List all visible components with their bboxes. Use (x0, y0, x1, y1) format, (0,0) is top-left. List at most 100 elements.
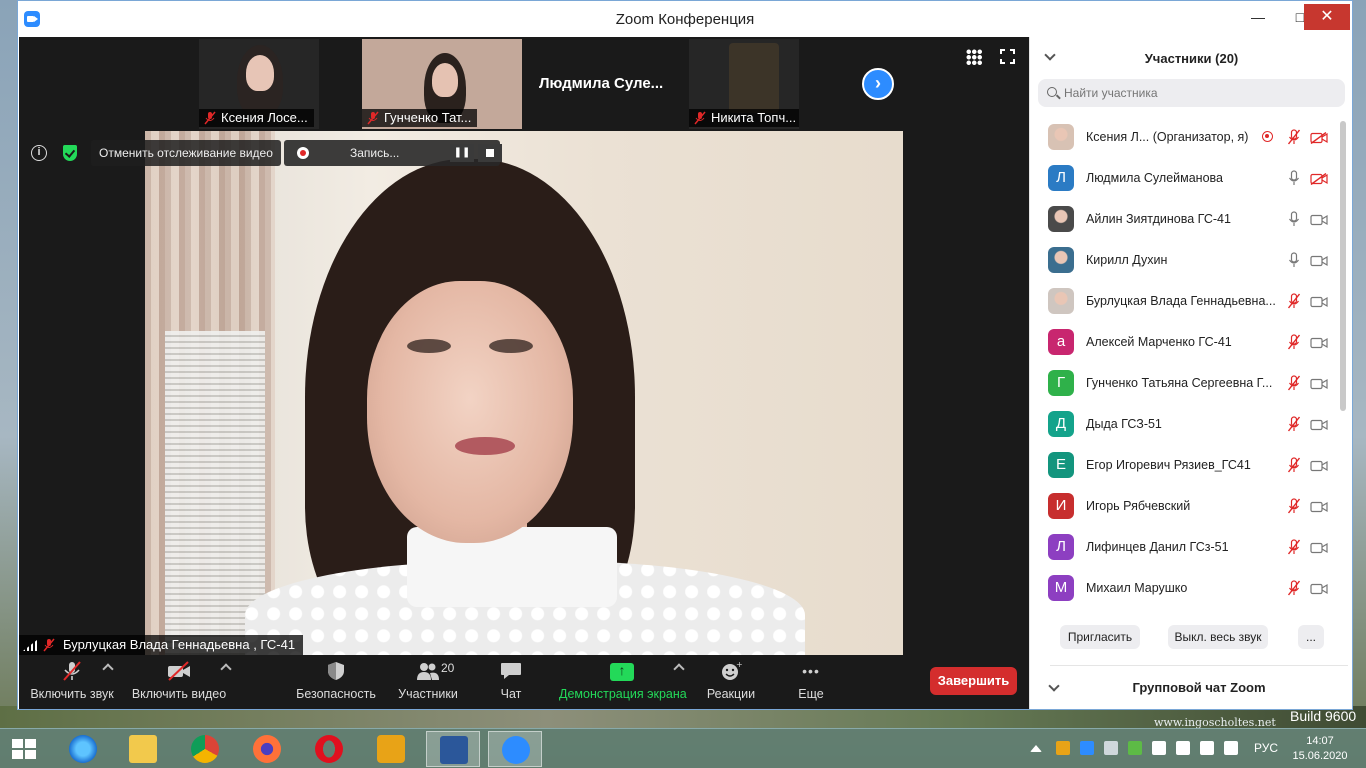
more-button[interactable]: ••• Еще (789, 655, 833, 709)
mic-off-icon[interactable] (1287, 334, 1301, 350)
keyboard-language[interactable]: РУС (1254, 741, 1278, 755)
participant-row[interactable]: Ксения Л... (Организатор, я) (1030, 117, 1340, 158)
mic-icon[interactable] (1288, 170, 1300, 186)
taskbar-chrome-icon[interactable] (178, 731, 232, 767)
participant-name-text: Ксения Л... (1086, 130, 1150, 144)
meeting-info-icon[interactable]: i (31, 145, 47, 161)
speaker-eye-left (407, 339, 451, 353)
title-bar[interactable]: Zoom Конференция — □ ✕ (18, 1, 1352, 37)
taskbar-archive-icon[interactable] (364, 731, 418, 767)
video-off-icon[interactable] (1310, 172, 1328, 186)
close-window-button[interactable]: ✕ (1304, 4, 1350, 30)
mic-icon[interactable] (1288, 211, 1300, 227)
participant-row[interactable]: М Михаил Марушко (1030, 568, 1340, 607)
mic-off-icon[interactable] (1287, 498, 1301, 514)
tray-expand-icon[interactable] (1030, 745, 1042, 752)
smiley-plus-icon: + (722, 661, 743, 680)
participant-row[interactable]: Е Егор Игоревич Рязиев_ГС41 (1030, 445, 1340, 486)
mic-off-icon[interactable] (1287, 457, 1301, 473)
mic-icon[interactable] (1288, 252, 1300, 268)
video-thumb-1[interactable]: Ксения Лосе... (199, 39, 319, 129)
unmute-button[interactable]: Включить звук (27, 655, 117, 709)
chat-button[interactable]: Чат (489, 655, 533, 709)
participant-search-input[interactable] (1038, 79, 1345, 107)
participant-avatar: Д (1048, 411, 1074, 437)
recording-label: Запись... (350, 146, 400, 160)
participant-name: Лифинцев Данил ГСз-51 (1086, 540, 1284, 554)
video-camera-icon[interactable] (1310, 500, 1328, 513)
mic-off-icon[interactable] (1287, 539, 1301, 555)
start-windows-icon[interactable] (12, 739, 38, 761)
mic-off-icon[interactable] (1287, 580, 1301, 596)
mic-off-icon[interactable] (1287, 129, 1301, 145)
video-camera-icon[interactable] (1310, 213, 1328, 226)
participant-list: Ксения Л... (Организатор, я) Л Людмила Сул… (1030, 117, 1340, 607)
fullscreen-icon[interactable] (999, 48, 1016, 65)
participant-row[interactable]: Д Дыда ГСЗ-51 (1030, 404, 1340, 445)
video-camera-icon[interactable] (1310, 541, 1328, 554)
end-meeting-button[interactable]: Завершить (930, 667, 1017, 695)
taskbar-word-icon[interactable] (426, 731, 480, 767)
gallery-view-icon[interactable] (966, 49, 982, 65)
minimize-button[interactable]: — (1238, 4, 1278, 30)
video-camera-icon[interactable] (1310, 254, 1328, 267)
tray-network-icon[interactable] (1104, 741, 1118, 755)
invite-button[interactable]: Пригласить (1060, 625, 1140, 649)
security-button[interactable]: Безопасность (294, 655, 378, 709)
mic-off-icon[interactable] (1287, 293, 1301, 309)
more-dots-icon: ••• (802, 663, 820, 679)
participant-row[interactable]: Бурлуцкая Влада Геннадьевна... (1030, 281, 1340, 322)
video-camera-icon[interactable] (1310, 418, 1328, 431)
tray-nvidia-icon[interactable] (1128, 741, 1142, 755)
taskbar-explorer-icon[interactable] (116, 731, 170, 767)
tray-volume-icon[interactable] (1224, 741, 1238, 755)
participant-row[interactable]: Л Людмила Сулейманова (1030, 158, 1340, 199)
taskbar-firefox-icon[interactable] (240, 731, 294, 767)
participant-row[interactable]: И Игорь Рябчевский (1030, 486, 1340, 527)
participant-row[interactable]: Кирилл Духин (1030, 240, 1340, 281)
video-off-icon[interactable] (1310, 131, 1328, 145)
mic-off-icon[interactable] (1287, 416, 1301, 432)
tray-zoom-icon[interactable] (1080, 741, 1094, 755)
thumb-name-no-video[interactable]: Людмила Суле... (539, 75, 663, 92)
mic-off-icon (204, 111, 216, 125)
strip-next-arrow-icon[interactable]: › (862, 68, 894, 100)
video-thumb-4[interactable]: Никита Топч... (689, 39, 799, 129)
mute-all-button[interactable]: Выкл. весь звук (1168, 625, 1268, 649)
more-options-button[interactable]: ... (1298, 625, 1324, 649)
start-video-button[interactable]: Включить видео (129, 655, 229, 709)
video-camera-icon[interactable] (1310, 459, 1328, 472)
video-camera-icon[interactable] (1310, 377, 1328, 390)
stop-recording-button[interactable] (478, 144, 502, 162)
participant-row[interactable]: Г Гунченко Татьяна Сергеевна Г... (1030, 363, 1340, 404)
mic-off-icon (694, 111, 706, 125)
participants-button[interactable]: 20 Участники (391, 655, 465, 709)
pause-recording-button[interactable]: ❚❚ (450, 144, 474, 162)
participant-row[interactable]: Айлин Зиятдинова ГС-41 (1030, 199, 1340, 240)
video-camera-icon[interactable] (1310, 336, 1328, 349)
stop-tracking-video-button[interactable]: Отменить отслеживание видео (91, 140, 281, 166)
group-chat-header[interactable]: Групповой чат Zoom (1048, 665, 1348, 709)
video-thumb-2[interactable]: Гунченко Тат... (362, 39, 522, 129)
taskbar-ie-icon[interactable] (56, 731, 110, 767)
tray-wifi-icon[interactable] (1200, 741, 1214, 755)
participant-row[interactable]: а Алексей Марченко ГС-41 (1030, 322, 1340, 363)
tray-flag-icon[interactable] (1152, 741, 1166, 755)
tray-app-icon[interactable] (1056, 741, 1070, 755)
video-camera-icon[interactable] (1310, 582, 1328, 595)
tray-device-icon[interactable] (1176, 741, 1190, 755)
video-camera-icon[interactable] (1310, 295, 1328, 308)
participant-row[interactable]: Л Лифинцев Данил ГСз-51 (1030, 527, 1340, 568)
reactions-button[interactable]: + Реакции (703, 655, 759, 709)
encryption-shield-icon[interactable] (63, 145, 77, 161)
zoom-window: Zoom Конференция — □ ✕ Ксения Лосе... Гу… (17, 0, 1353, 710)
taskbar-zoom-icon[interactable] (488, 731, 542, 767)
participant-name-text: Людмила Сулейманова (1086, 171, 1223, 185)
participant-list-scrollbar[interactable] (1340, 121, 1346, 411)
taskbar-opera-icon[interactable] (302, 731, 356, 767)
mic-off-icon[interactable] (1287, 375, 1301, 391)
share-screen-button[interactable]: Демонстрация экрана (559, 655, 687, 709)
participant-avatar: Е (1048, 452, 1074, 478)
thumb-name-label: Гунченко Тат... (362, 109, 478, 127)
taskbar-clock[interactable]: 14:07 15.06.2020 (1290, 734, 1350, 764)
